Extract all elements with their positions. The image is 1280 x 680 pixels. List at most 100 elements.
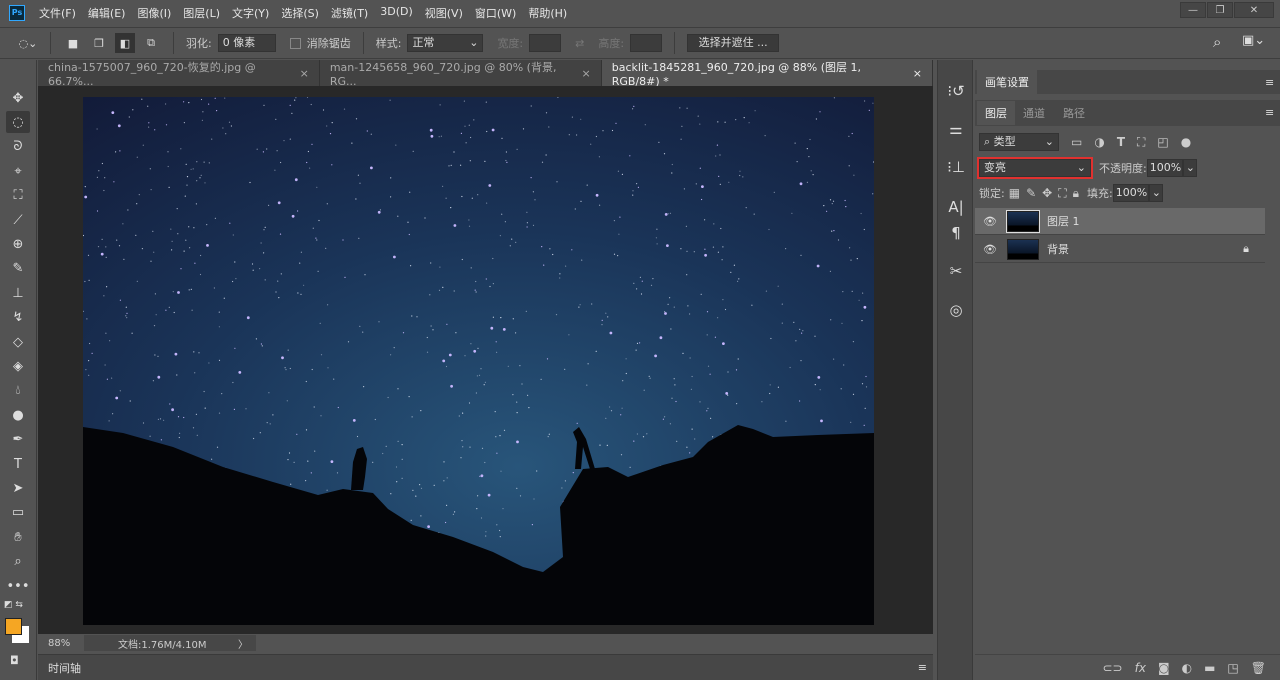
tab-brush-settings[interactable]: 画笔设置 [977, 70, 1037, 94]
move-tool-icon[interactable]: ✥ [6, 87, 30, 109]
marquee-preset-icon[interactable]: ◌⌄ [18, 33, 38, 53]
zoom-level[interactable]: 88% [38, 638, 84, 649]
menu-item[interactable]: 文件(F) [39, 5, 76, 21]
fx-icon[interactable]: fx [1135, 661, 1146, 675]
filter-toggle-icon[interactable]: ● [1181, 135, 1191, 149]
intersect-selection-icon[interactable]: ⧉ [141, 33, 161, 53]
history-brush-tool-icon[interactable]: ↯ [6, 307, 30, 329]
status-menu-arrow[interactable]: 〉 [238, 636, 248, 651]
history-icon[interactable]: ⁝↺ [940, 78, 972, 104]
foreground-color-swatch[interactable] [5, 618, 22, 635]
clone-source-icon[interactable]: ⁝⊥ [940, 154, 972, 180]
opacity-input[interactable]: 100% [1146, 159, 1183, 177]
lock-transparent-icon[interactable]: ▦ [1009, 186, 1020, 200]
lock-paint-icon[interactable]: ✎ [1026, 186, 1036, 200]
eraser-tool-icon[interactable]: ◇ [6, 331, 30, 353]
more-tools-icon[interactable]: ••• [6, 575, 30, 597]
layer-row[interactable]: 👁︎ 图层 1 [975, 208, 1265, 235]
menu-item[interactable]: 编辑(E) [88, 5, 126, 21]
menu-item[interactable]: 文字(Y) [232, 5, 269, 21]
new-group-icon[interactable]: ▬ [1204, 661, 1215, 675]
timeline-tab[interactable]: 时间轴 [48, 660, 81, 676]
layer-row[interactable]: 👁︎ 背景 🔒︎ [975, 236, 1265, 263]
blur-tool-icon[interactable]: 💧︎ [6, 380, 30, 402]
filter-pixel-icon[interactable]: ▭ [1071, 135, 1082, 149]
subtract-selection-icon[interactable]: ◧ [115, 33, 135, 53]
menu-item[interactable]: 窗口(W) [475, 5, 516, 21]
menu-item[interactable]: 3D(D) [380, 5, 413, 21]
menu-item[interactable]: 图像(I) [137, 5, 171, 21]
pen-tool-icon[interactable]: ✒ [6, 429, 30, 451]
filter-type-icon[interactable]: T [1117, 135, 1125, 149]
lock-all-icon[interactable]: 🔒︎ [1073, 186, 1079, 201]
select-and-mask-button[interactable]: 选择并遮住 ... [687, 34, 780, 52]
lock-move-icon[interactable]: ✥ [1042, 186, 1052, 200]
tab-channels[interactable]: 通道 [1015, 101, 1053, 125]
document-tab[interactable]: man-1245658_960_720.jpg @ 80% (背景, RG...… [320, 60, 602, 88]
document-tab[interactable]: china-1575007_960_720-恢复的.jpg @ 66.7%...… [38, 60, 320, 88]
filter-adjustment-icon[interactable]: ◑ [1094, 135, 1104, 149]
rectangle-tool-icon[interactable]: ▭ [6, 502, 30, 524]
visibility-eye-icon[interactable]: 👁︎ [983, 215, 997, 228]
fill-dropdown[interactable]: ⌄ [1148, 184, 1163, 202]
adjustment-layer-icon[interactable]: ◐ [1182, 661, 1192, 675]
layer-name[interactable]: 图层 1 [1047, 213, 1080, 229]
minimize-button[interactable]: — [1180, 2, 1206, 18]
document-tab[interactable]: backlit-1845281_960_720.jpg @ 88% (图层 1,… [601, 60, 933, 88]
visibility-eye-icon[interactable]: 👁︎ [983, 243, 997, 256]
zoom-tool-icon[interactable]: ⌕ [6, 551, 30, 573]
marquee-tool-icon[interactable]: ◌ [6, 111, 30, 134]
link-layers-icon[interactable]: ⊂⊃ [1103, 661, 1123, 675]
path-selection-tool-icon[interactable]: ➤ [6, 477, 30, 499]
default-colors-icon[interactable]: ◩ ⇆ [4, 600, 23, 610]
width-input[interactable] [529, 34, 562, 52]
menu-item[interactable]: 帮助(H) [528, 5, 567, 21]
blend-mode-select[interactable]: 变亮 ⌄ [977, 157, 1093, 179]
tab-paths[interactable]: 路径 [1055, 101, 1093, 125]
canvas-image-starry-night[interactable] [83, 97, 874, 625]
workspace-icon[interactable]: ▣⌄ [1242, 33, 1265, 48]
quick-mask-icon[interactable]: ◘ [10, 654, 19, 667]
brush-tool-icon[interactable]: ✎ [6, 258, 30, 280]
dodge-tool-icon[interactable]: ● [6, 404, 30, 426]
fill-input[interactable]: 100% [1112, 184, 1149, 202]
layer-filter-select[interactable]: ⌕ 类型 ⌄ [979, 133, 1059, 151]
height-input[interactable] [630, 34, 663, 52]
eyedropper-tool-icon[interactable]: ⟋ [6, 209, 30, 231]
close-tab-icon[interactable]: × [300, 67, 309, 80]
panel-menu-icon[interactable]: ≡ [918, 661, 927, 674]
filter-smart-object-icon[interactable]: ◰ [1157, 135, 1168, 149]
lasso-tool-icon[interactable]: ᘐ [6, 136, 30, 158]
menu-item[interactable]: 选择(S) [281, 5, 319, 21]
maximize-button[interactable]: ❐ [1207, 2, 1233, 18]
panel-menu-icon[interactable]: ≡ [1265, 76, 1274, 89]
menu-item[interactable]: 滤镜(T) [331, 5, 368, 21]
panel-menu-icon[interactable]: ≡ [1265, 106, 1274, 119]
layer-name[interactable]: 背景 [1047, 241, 1069, 257]
libraries-icon[interactable]: ◎ [940, 297, 972, 323]
add-selection-icon[interactable]: ❐ [89, 33, 109, 53]
lock-artboard-icon[interactable]: ⛶ [1058, 186, 1066, 201]
stamp-tool-icon[interactable]: ⊥ [6, 282, 30, 304]
tool-presets-icon[interactable]: ✂ [940, 258, 972, 284]
healing-tool-icon[interactable]: ⊕ [6, 233, 30, 255]
filter-shape-icon[interactable]: ⛶ [1137, 135, 1145, 150]
close-tab-icon[interactable]: × [582, 67, 591, 80]
new-selection-icon[interactable]: ■ [63, 33, 83, 53]
trash-icon[interactable]: 🗑︎ [1251, 661, 1266, 675]
character-icon[interactable]: A| [940, 194, 972, 220]
close-window-button[interactable]: ✕ [1234, 2, 1274, 18]
close-tab-icon[interactable]: × [913, 67, 922, 80]
style-select[interactable]: 正常 ⌄ [407, 34, 484, 52]
new-layer-icon[interactable]: ◳ [1227, 661, 1238, 675]
quick-selection-tool-icon[interactable]: ⌖ [6, 160, 30, 182]
menu-item[interactable]: 视图(V) [425, 5, 463, 21]
type-tool-icon[interactable]: T [6, 453, 30, 475]
tab-layers[interactable]: 图层 [977, 101, 1015, 125]
hand-tool-icon[interactable]: ✋︎ [6, 526, 30, 548]
add-mask-icon[interactable]: ◙ [1158, 661, 1170, 675]
menu-item[interactable]: 图层(L) [183, 5, 220, 21]
adjustments-icon[interactable]: ⚌ [940, 116, 972, 142]
paint-bucket-tool-icon[interactable]: ◈ [6, 355, 30, 377]
feather-input[interactable]: 0 像素 [217, 34, 276, 52]
